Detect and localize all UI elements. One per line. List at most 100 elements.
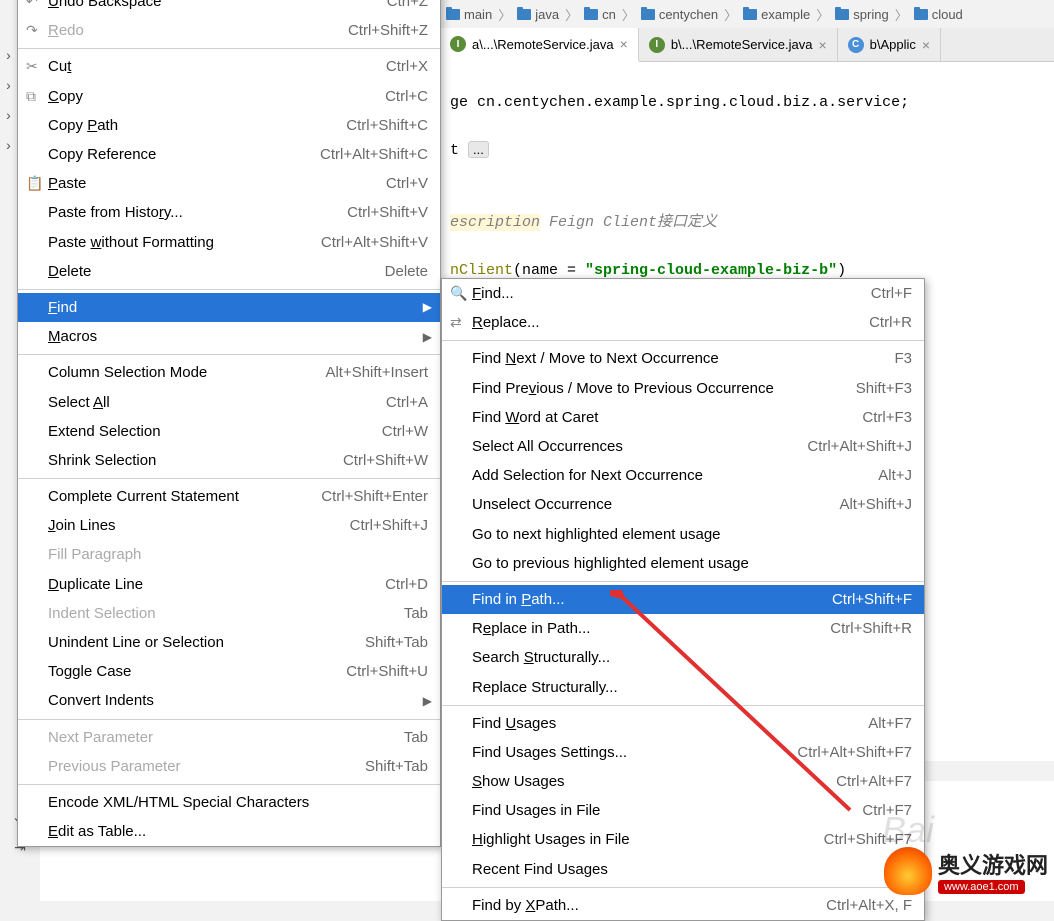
menu-item[interactable]: ⇄Replace...Ctrl+R [442,308,924,337]
menu-item-icon: ⧉ [26,88,48,105]
menu-item-icon: ⇄ [450,314,472,331]
gutter-button[interactable]: › [0,40,17,70]
breadcrumb-item[interactable]: main [446,7,492,22]
menu-item[interactable]: Paste without FormattingCtrl+Alt+Shift+V [18,228,440,257]
menu-item-label: Find in Path... [472,591,832,608]
breadcrumb-item[interactable]: java [517,7,559,22]
menu-item[interactable]: Find by XPath...Ctrl+Alt+X, F [442,891,924,920]
menu-item[interactable]: Toggle CaseCtrl+Shift+U [18,657,440,686]
menu-item: Previous ParameterShift+Tab [18,752,440,781]
menu-item-label: Find [48,299,428,316]
menu-separator [18,48,440,49]
menu-item[interactable]: Replace Structurally... [442,672,924,701]
menu-item[interactable]: Select AllCtrl+A [18,387,440,416]
gutter-button[interactable]: › [0,100,17,130]
menu-item-shortcut: Ctrl+Alt+Shift+F7 [797,744,912,761]
menu-separator [442,705,924,706]
menu-item[interactable]: Replace in Path...Ctrl+Shift+R [442,614,924,643]
menu-item[interactable]: DeleteDelete [18,257,440,286]
menu-item[interactable]: Find▶ [18,293,440,322]
menu-item[interactable]: Copy PathCtrl+Shift+C [18,111,440,140]
editor-tab[interactable]: Ia\...\RemoteService.java× [440,28,639,62]
breadcrumb-label: cloud [932,7,963,22]
editor-tab[interactable]: Cb\Applic× [838,28,941,61]
menu-item[interactable]: Show UsagesCtrl+Alt+F7 [442,767,924,796]
menu-item[interactable]: Unselect OccurrenceAlt+Shift+J [442,490,924,519]
menu-item[interactable]: Find in Path...Ctrl+Shift+F [442,585,924,614]
close-icon[interactable]: × [818,37,826,53]
menu-item[interactable]: Copy ReferenceCtrl+Alt+Shift+C [18,140,440,169]
menu-item-label: Copy [48,88,385,105]
menu-item-label: Duplicate Line [48,576,385,593]
menu-item-shortcut: Ctrl+Shift+V [347,204,428,221]
menu-item[interactable]: 📋PasteCtrl+V [18,169,440,198]
java-file-icon: I [450,36,466,52]
menu-item[interactable]: Edit as Table... [18,817,440,846]
menu-item[interactable]: Highlight Usages in FileCtrl+Shift+F7 [442,825,924,854]
menu-item[interactable]: Column Selection ModeAlt+Shift+Insert [18,358,440,387]
code-line: t ... [450,142,489,159]
breadcrumb-item[interactable]: spring [835,7,888,22]
submenu-arrow-icon: ▶ [423,300,432,314]
menu-item[interactable]: 🔍Find...Ctrl+F [442,279,924,308]
menu-item-label: Shrink Selection [48,452,343,469]
menu-item[interactable]: Duplicate LineCtrl+D [18,570,440,599]
menu-item[interactable]: Select All OccurrencesCtrl+Alt+Shift+J [442,432,924,461]
menu-item-label: Select All [48,394,386,411]
menu-item[interactable]: Shrink SelectionCtrl+Shift+W [18,446,440,475]
menu-item[interactable]: Find Usages Settings...Ctrl+Alt+Shift+F7 [442,738,924,767]
menu-item[interactable]: Find Usages in FileCtrl+F7 [442,796,924,825]
menu-item[interactable]: Paste from History...Ctrl+Shift+V [18,198,440,227]
breadcrumb-item[interactable]: centychen [641,7,718,22]
menu-item[interactable]: Convert Indents▶ [18,686,440,715]
editor-tab[interactable]: Ib\...\RemoteService.java× [639,28,838,61]
breadcrumb-item[interactable]: cloud [914,7,963,22]
menu-item-shortcut: Alt+Shift+J [839,496,912,513]
menu-item[interactable]: Unindent Line or SelectionShift+Tab [18,628,440,657]
menu-item-icon: ✂ [26,58,48,75]
menu-item-label: Paste from History... [48,204,347,221]
gutter-button[interactable]: › [0,130,17,160]
menu-item-shortcut: Shift+Tab [365,758,428,775]
menu-item[interactable]: ↶Undo BackspaceCtrl+Z [18,0,440,16]
close-icon[interactable]: × [922,37,930,53]
gutter-button[interactable]: › [0,70,17,100]
close-icon[interactable]: × [620,36,628,52]
menu-item-shortcut: Ctrl+Alt+Shift+V [321,234,428,251]
menu-item[interactable]: Find Next / Move to Next OccurrenceF3 [442,344,924,373]
menu-item[interactable]: Search Structurally... [442,643,924,672]
menu-item-label: Toggle Case [48,663,346,680]
edit-menu: ↶Undo BackspaceCtrl+Z↷RedoCtrl+Shift+Z✂C… [17,0,441,847]
code-comment: escription Feign Client接口定义 [450,214,717,231]
breadcrumb-item[interactable]: cn [584,7,616,22]
menu-item-shortcut: Ctrl+D [385,576,428,593]
folder-icon [446,9,460,20]
menu-item[interactable]: ⧉CopyCtrl+C [18,82,440,111]
menu-separator [442,581,924,582]
menu-item-label: Copy Reference [48,146,320,163]
menu-item[interactable]: Extend SelectionCtrl+W [18,417,440,446]
menu-item[interactable]: Go to previous highlighted element usage [442,549,924,578]
menu-item-label: Join Lines [48,517,350,534]
menu-item[interactable]: Encode XML/HTML Special Characters [18,788,440,817]
menu-item[interactable]: Join LinesCtrl+Shift+J [18,511,440,540]
menu-item[interactable]: Go to next highlighted element usage [442,520,924,549]
java-file-icon: I [649,37,665,53]
menu-item[interactable]: Macros▶ [18,322,440,351]
menu-item[interactable]: Recent Find Usages▶ [442,855,924,884]
watermark-text: 奥义游戏网 [938,848,1048,880]
breadcrumb-item[interactable]: example [743,7,810,22]
menu-item[interactable]: Find Word at CaretCtrl+F3 [442,403,924,432]
breadcrumb-label: spring [853,7,888,22]
breadcrumb-label: example [761,7,810,22]
menu-item[interactable]: Add Selection for Next OccurrenceAlt+J [442,461,924,490]
menu-item[interactable]: Find UsagesAlt+F7 [442,709,924,738]
menu-item-label: Show Usages [472,773,836,790]
menu-item[interactable]: Complete Current StatementCtrl+Shift+Ent… [18,482,440,511]
menu-item-label: Next Parameter [48,729,404,746]
folder-icon [835,9,849,20]
menu-item[interactable]: ✂CutCtrl+X [18,52,440,81]
menu-item[interactable]: Find Previous / Move to Previous Occurre… [442,374,924,403]
menu-item-shortcut: F3 [894,350,912,367]
menu-item-label: Delete [48,263,385,280]
